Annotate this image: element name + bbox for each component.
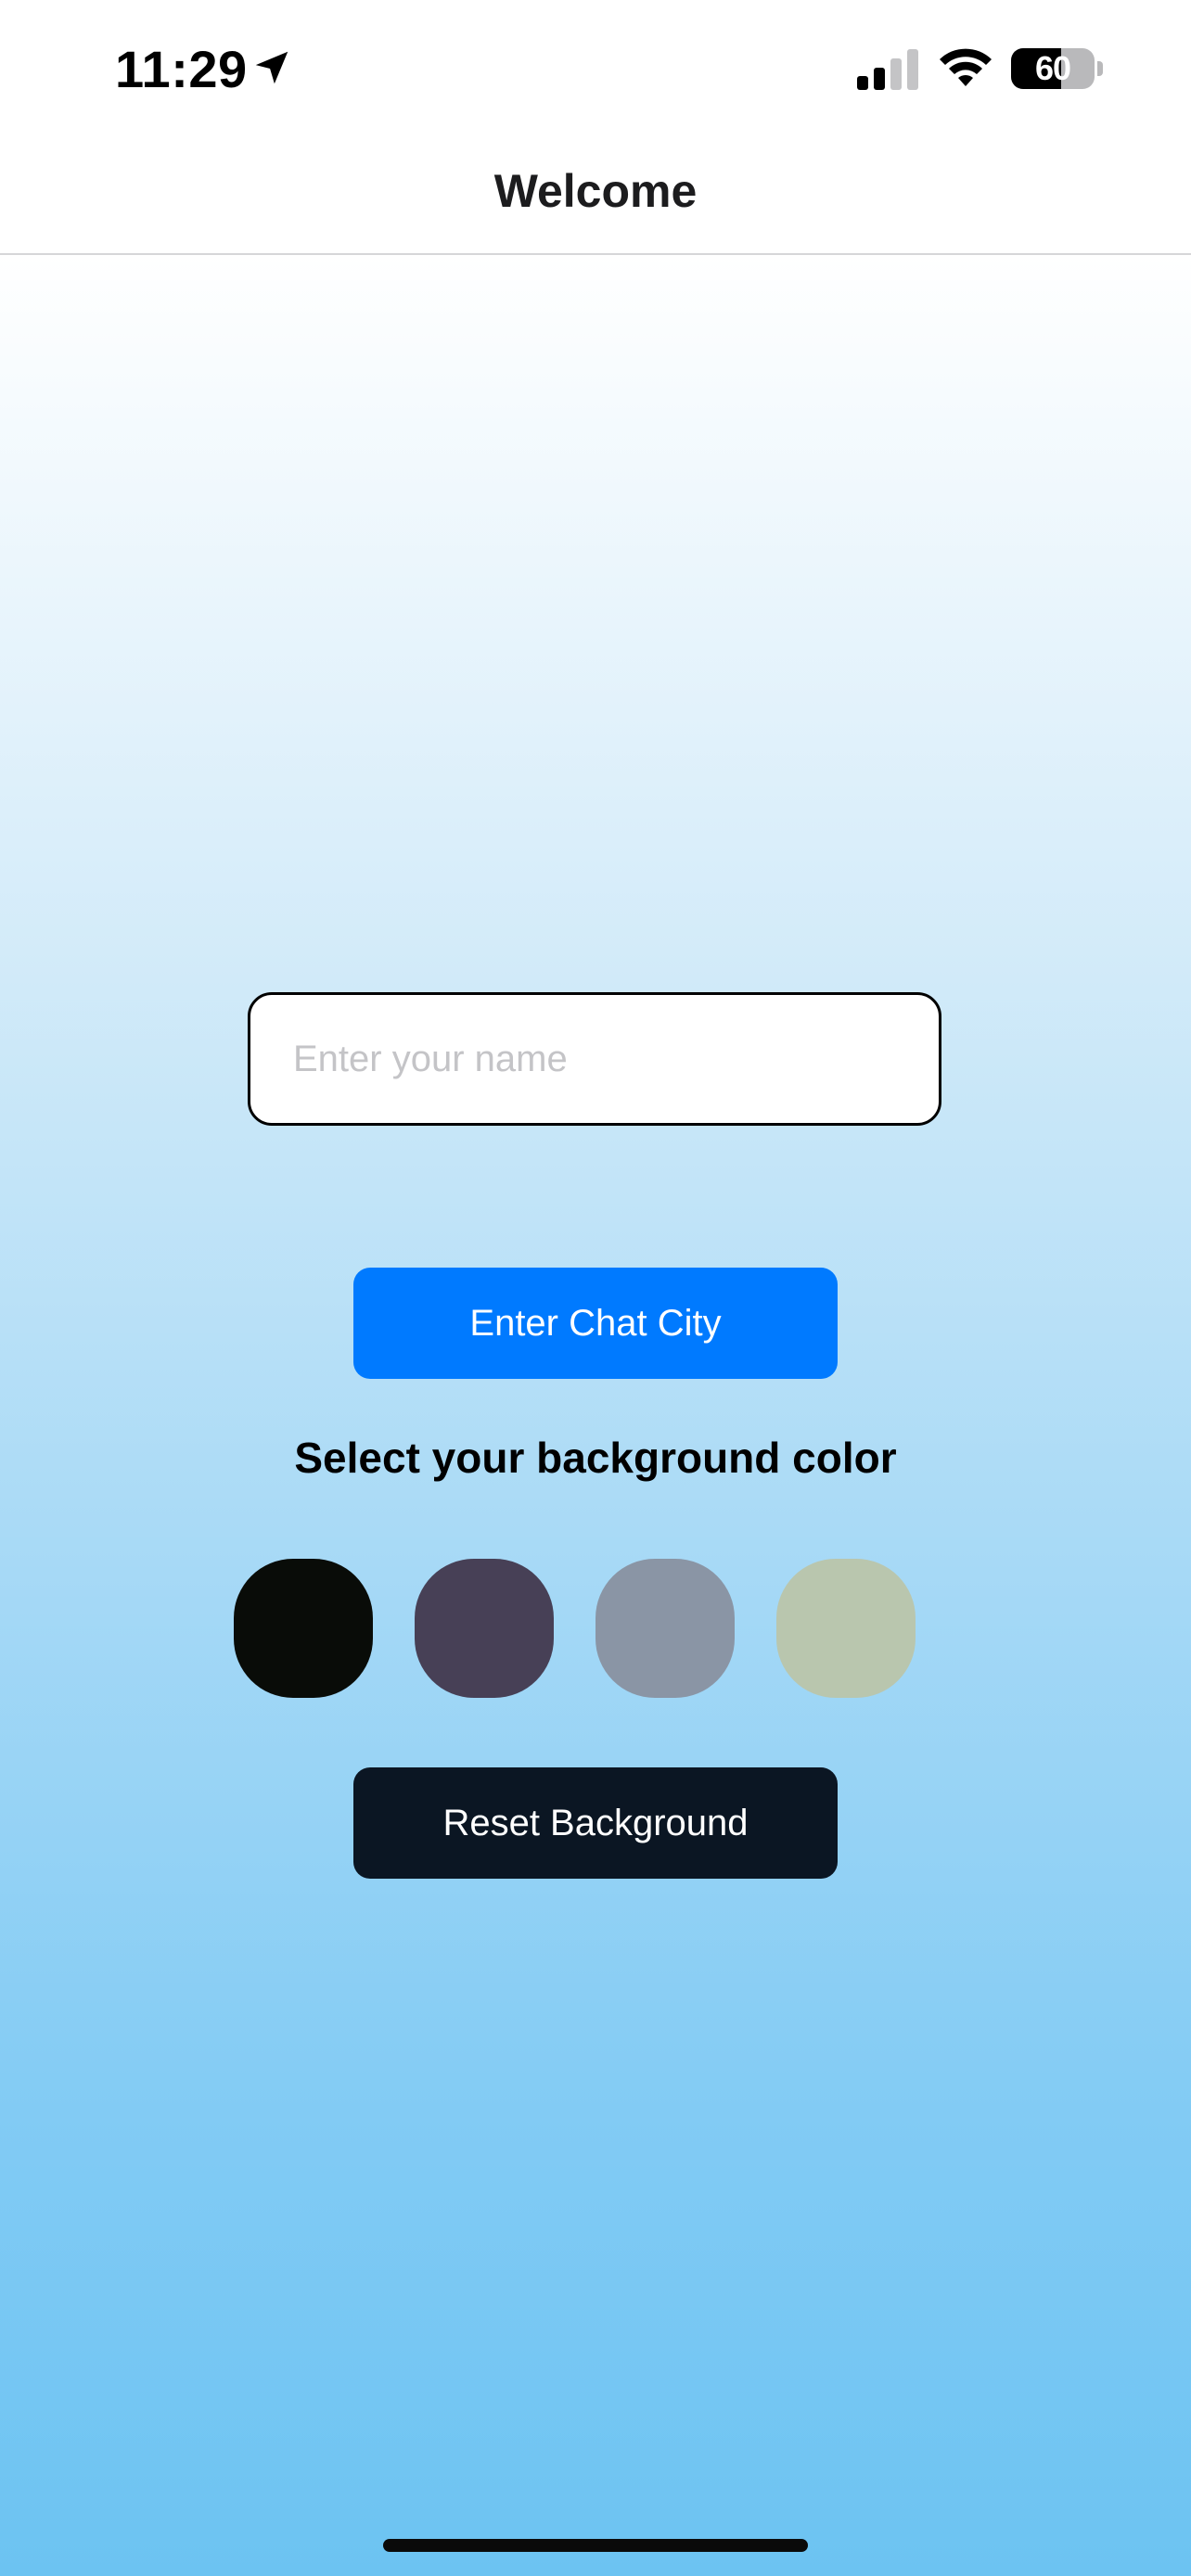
name-input[interactable]: [248, 992, 941, 1126]
status-bar: 11:29 60: [0, 0, 1191, 139]
page-title: Welcome: [493, 165, 698, 217]
battery-level: 60: [1034, 49, 1071, 87]
cellular-signal-icon: [857, 49, 918, 90]
color-swatch-green[interactable]: [776, 1559, 916, 1698]
battery-icon: 60: [1011, 48, 1104, 89]
color-swatch-purple[interactable]: [415, 1559, 554, 1698]
home-indicator[interactable]: [383, 2539, 808, 2552]
color-swatch-black[interactable]: [234, 1559, 373, 1698]
status-time: 11:29: [115, 40, 248, 98]
color-picker-label: Select your background color: [294, 1434, 897, 1482]
battery-cap: [1097, 61, 1103, 76]
battery-body: 60: [1011, 48, 1095, 89]
location-arrow-icon: [255, 51, 288, 84]
enter-chat-button[interactable]: Enter Chat City: [353, 1268, 838, 1379]
app-screen: 11:29 60 Welcome Enter Chat City: [0, 0, 1191, 2576]
start-screen-content: Enter Chat City Select your background c…: [0, 255, 1191, 2576]
color-swatch-gray[interactable]: [596, 1559, 735, 1698]
reset-background-button[interactable]: Reset Background: [353, 1767, 838, 1879]
navigation-bar: Welcome: [0, 139, 1191, 255]
wifi-icon: [940, 48, 992, 86]
